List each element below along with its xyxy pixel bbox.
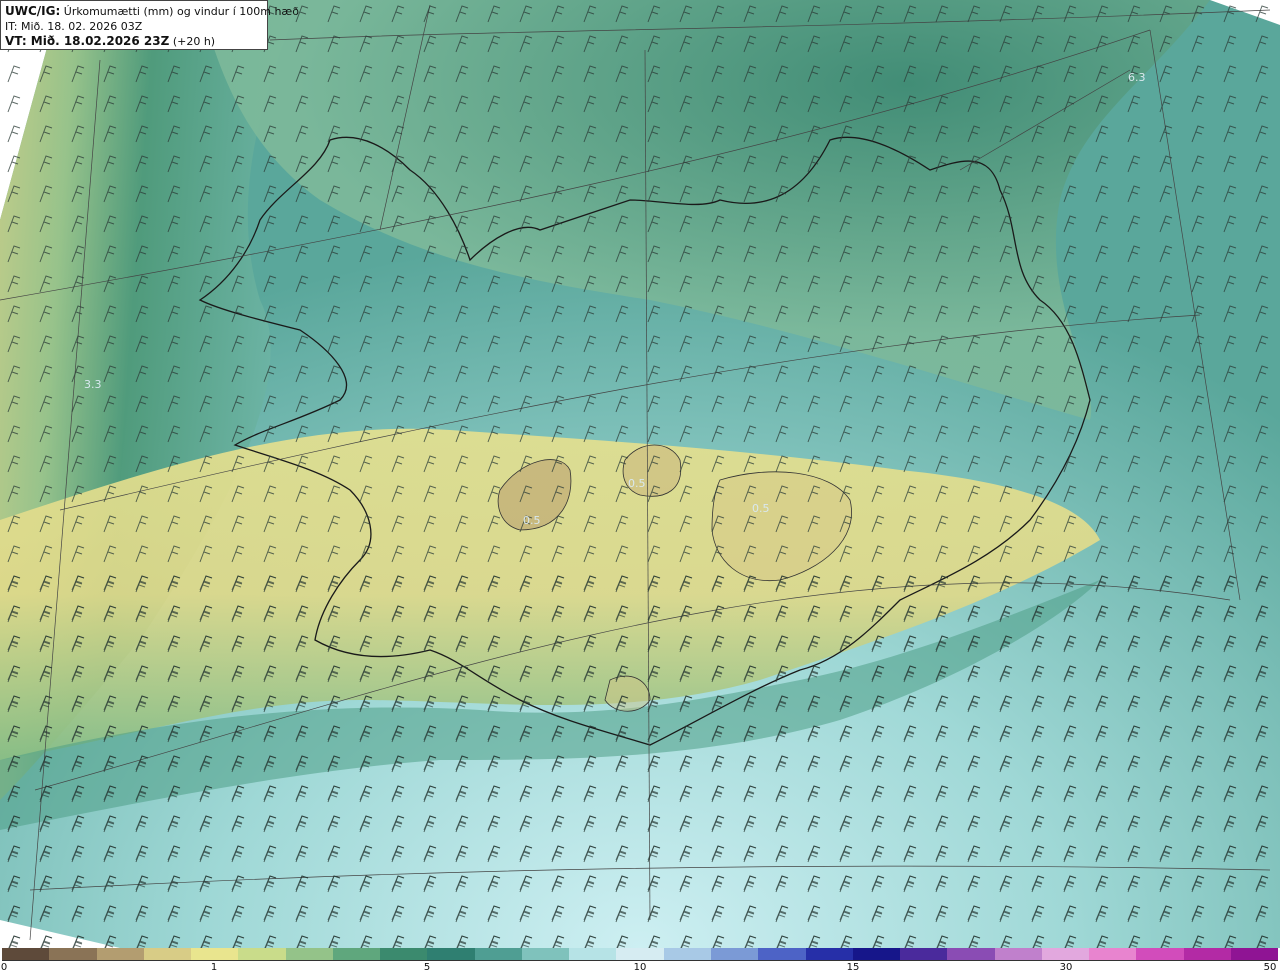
product-title: Úrkomumætti (mm) og vindur í 100m hæð bbox=[63, 5, 299, 18]
colorbar-segment bbox=[521, 948, 570, 960]
colorbar-segment bbox=[900, 948, 948, 960]
lead-time: (+20 h) bbox=[172, 35, 216, 48]
map-label: 3.3 bbox=[84, 378, 102, 391]
title-row: UWC/IG: Úrkomumætti (mm) og vindur í 100… bbox=[5, 4, 299, 19]
map-label: 0.5 bbox=[628, 477, 646, 490]
valid-time-row: VT: Mið. 18.02.2026 23Z (+20 h) bbox=[5, 34, 263, 49]
wind-barbs-strong bbox=[0, 560, 1280, 948]
colorbar-tick: 15 bbox=[846, 962, 860, 973]
colorbar-tick: 10 bbox=[633, 962, 647, 973]
colorbar-segment bbox=[663, 948, 711, 960]
map-info-box: UWC/IG: Úrkomumætti (mm) og vindur í 100… bbox=[0, 0, 299, 50]
precipitation-wind-map: 6.3 3.3 0.5 0.5 0.5 UWC/IG: Úrkomumætti … bbox=[0, 0, 1280, 948]
map-label: 0.5 bbox=[752, 502, 770, 515]
colorbar-segment bbox=[285, 948, 333, 960]
colorbar-tick: 50 bbox=[1263, 962, 1277, 973]
colorbar-segment bbox=[616, 948, 664, 960]
colorbar-segment bbox=[96, 948, 144, 960]
map-canvas: 6.3 3.3 0.5 0.5 0.5 bbox=[0, 0, 1280, 948]
colorbar-segment bbox=[1183, 948, 1231, 960]
colorbar-segment bbox=[1041, 948, 1090, 960]
colorbar-segment bbox=[191, 948, 239, 960]
colorbar-segment bbox=[49, 948, 97, 960]
colorbar-tick: 1 bbox=[210, 962, 218, 973]
colorbar-segment bbox=[758, 948, 806, 960]
colorbar-segment bbox=[238, 948, 286, 960]
issue-time: IT: Mið. 18. 02. 2026 03Z bbox=[5, 20, 143, 33]
colorbar-segment bbox=[1230, 948, 1279, 960]
colorbar-segment bbox=[143, 948, 192, 960]
map-label: 6.3 bbox=[1128, 71, 1146, 84]
colorbar-segment bbox=[994, 948, 1042, 960]
map-label: 0.5 bbox=[523, 514, 541, 527]
colorbar-segment bbox=[474, 948, 522, 960]
colorbar-tick: 0 bbox=[0, 962, 8, 973]
colorbar-legend: 0 1 5 10 15 30 50 bbox=[0, 948, 1280, 978]
valid-time: VT: Mið. 18.02.2026 23Z bbox=[5, 34, 170, 48]
colorbar-tick: 30 bbox=[1059, 962, 1073, 973]
colorbar-segment bbox=[569, 948, 617, 960]
colorbar-segment bbox=[2, 948, 50, 960]
colorbar-segment bbox=[947, 948, 995, 960]
model-label: UWC/IG: bbox=[5, 4, 61, 18]
colorbar-segment bbox=[332, 948, 381, 960]
colorbar-segment bbox=[852, 948, 901, 960]
colorbar-strip bbox=[2, 948, 1279, 961]
colorbar-tick: 5 bbox=[423, 962, 431, 973]
colorbar-segment bbox=[380, 948, 428, 960]
colorbar-segment bbox=[427, 948, 475, 960]
colorbar-segment bbox=[1136, 948, 1184, 960]
colorbar-segment bbox=[1089, 948, 1137, 960]
colorbar-segment bbox=[805, 948, 853, 960]
colorbar-segment bbox=[710, 948, 759, 960]
